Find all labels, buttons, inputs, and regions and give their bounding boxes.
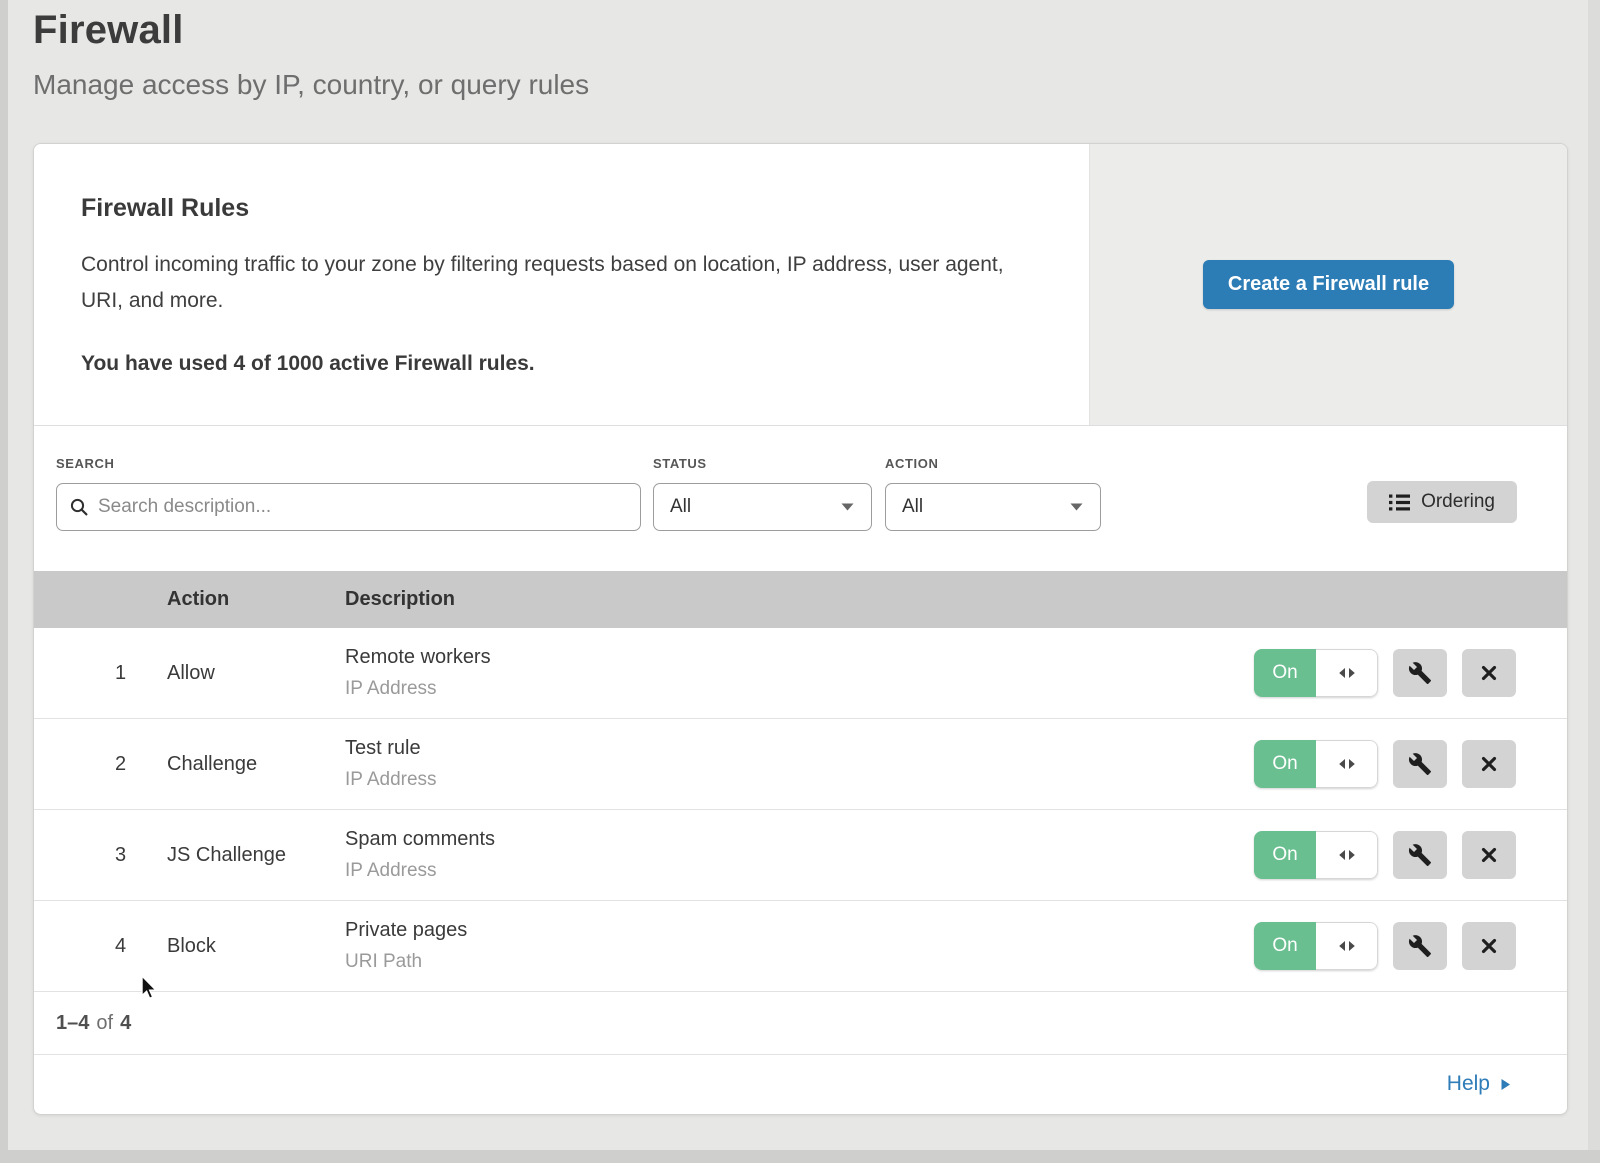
page-title: Firewall: [33, 8, 1600, 53]
firewall-rules-card: Firewall Rules Control incoming traffic …: [33, 143, 1568, 1115]
overview-section: Firewall Rules Control incoming traffic …: [34, 144, 1567, 426]
delete-rule-button[interactable]: [1462, 649, 1516, 697]
horizontal-arrows-icon[interactable]: [1316, 740, 1378, 788]
triangle-right-icon: [1500, 1078, 1511, 1091]
create-rule-panel: Create a Firewall rule: [1089, 144, 1567, 425]
window-edge-bottom: [0, 1150, 1600, 1163]
pagination-total: 4: [120, 1012, 131, 1035]
toggle-on-label: On: [1254, 831, 1316, 879]
overview-description: Control incoming traffic to your zone by…: [81, 247, 1026, 318]
table-row: 2 Challenge Test rule IP Address On: [34, 719, 1567, 810]
horizontal-arrows-icon[interactable]: [1316, 831, 1378, 879]
delete-rule-button[interactable]: [1462, 831, 1516, 879]
rule-action: Block: [167, 935, 345, 958]
edit-rule-button[interactable]: [1393, 922, 1447, 970]
status-filter: STATUS All: [653, 456, 872, 531]
status-label: STATUS: [653, 456, 872, 471]
filters-bar: SEARCH STATUS All ACTION All: [34, 426, 1567, 571]
rule-priority: 2: [34, 753, 167, 776]
card-footer: Help: [34, 1055, 1567, 1113]
status-select-value: All: [670, 496, 691, 518]
rule-field: URI Path: [345, 951, 1252, 973]
status-select[interactable]: All: [653, 483, 872, 531]
x-icon: [1478, 753, 1500, 775]
pagination: 1–4 of 4: [34, 992, 1567, 1055]
rule-field: IP Address: [345, 860, 1252, 882]
toggle-on-label: On: [1254, 740, 1316, 788]
rule-description: Private pages: [345, 919, 1252, 942]
ordering-button[interactable]: Ordering: [1367, 481, 1517, 523]
edit-rule-button[interactable]: [1393, 649, 1447, 697]
search-icon: [69, 497, 89, 517]
wrench-icon: [1408, 934, 1432, 958]
edit-rule-button[interactable]: [1393, 740, 1447, 788]
overview-text-panel: Firewall Rules Control incoming traffic …: [34, 144, 1089, 425]
rule-enabled-toggle[interactable]: On: [1254, 922, 1378, 970]
pagination-of: of: [96, 1012, 113, 1035]
rule-enabled-toggle[interactable]: On: [1254, 740, 1378, 788]
rule-action: Challenge: [167, 753, 345, 776]
rule-priority: 3: [34, 844, 167, 867]
page-header: Firewall Manage access by IP, country, o…: [0, 0, 1600, 101]
toggle-on-label: On: [1254, 649, 1316, 697]
rule-description: Remote workers: [345, 646, 1252, 669]
column-header-description: Description: [345, 588, 1252, 611]
rule-description: Test rule: [345, 737, 1252, 760]
action-select-value: All: [902, 496, 923, 518]
table-row: 3 JS Challenge Spam comments IP Address …: [34, 810, 1567, 901]
wrench-icon: [1408, 752, 1432, 776]
rule-field: IP Address: [345, 678, 1252, 700]
toggle-on-label: On: [1254, 922, 1316, 970]
edit-rule-button[interactable]: [1393, 831, 1447, 879]
action-select[interactable]: All: [885, 483, 1101, 531]
help-link[interactable]: Help: [1447, 1072, 1511, 1096]
rule-description: Spam comments: [345, 828, 1252, 851]
x-icon: [1478, 935, 1500, 957]
usage-summary: You have used 4 of 1000 active Firewall …: [81, 352, 1049, 376]
rule-field: IP Address: [345, 769, 1252, 791]
pagination-range: 1–4: [56, 1012, 89, 1035]
search-input[interactable]: [98, 496, 628, 518]
search-label: SEARCH: [56, 456, 641, 471]
rule-priority: 4: [34, 935, 167, 958]
table-row: 4 Block Private pages URI Path On: [34, 901, 1567, 992]
table-body: 1 Allow Remote workers IP Address On: [34, 628, 1567, 992]
chevron-down-icon: [840, 502, 855, 512]
rule-action: Allow: [167, 662, 345, 685]
list-icon: [1389, 494, 1410, 511]
delete-rule-button[interactable]: [1462, 922, 1516, 970]
x-icon: [1478, 844, 1500, 866]
create-firewall-rule-button[interactable]: Create a Firewall rule: [1203, 260, 1454, 309]
rule-enabled-toggle[interactable]: On: [1254, 831, 1378, 879]
horizontal-arrows-icon[interactable]: [1316, 649, 1378, 697]
column-header-action: Action: [167, 588, 345, 611]
overview-title: Firewall Rules: [81, 194, 1049, 223]
wrench-icon: [1408, 843, 1432, 867]
window-edge-left: [0, 0, 8, 1163]
rule-enabled-toggle[interactable]: On: [1254, 649, 1378, 697]
chevron-down-icon: [1069, 502, 1084, 512]
wrench-icon: [1408, 661, 1432, 685]
action-label: ACTION: [885, 456, 1101, 471]
page-subtitle: Manage access by IP, country, or query r…: [33, 69, 1600, 101]
search-box[interactable]: [56, 483, 641, 531]
window-edge-right: [1588, 0, 1600, 1163]
x-icon: [1478, 662, 1500, 684]
horizontal-arrows-icon[interactable]: [1316, 922, 1378, 970]
delete-rule-button[interactable]: [1462, 740, 1516, 788]
rule-priority: 1: [34, 662, 167, 685]
action-filter: ACTION All: [885, 456, 1101, 531]
table-header: Action Description: [34, 571, 1567, 628]
ordering-button-label: Ordering: [1421, 491, 1495, 513]
rule-action: JS Challenge: [167, 844, 345, 867]
help-link-label: Help: [1447, 1072, 1490, 1096]
search-filter: SEARCH: [56, 456, 641, 531]
table-row: 1 Allow Remote workers IP Address On: [34, 628, 1567, 719]
